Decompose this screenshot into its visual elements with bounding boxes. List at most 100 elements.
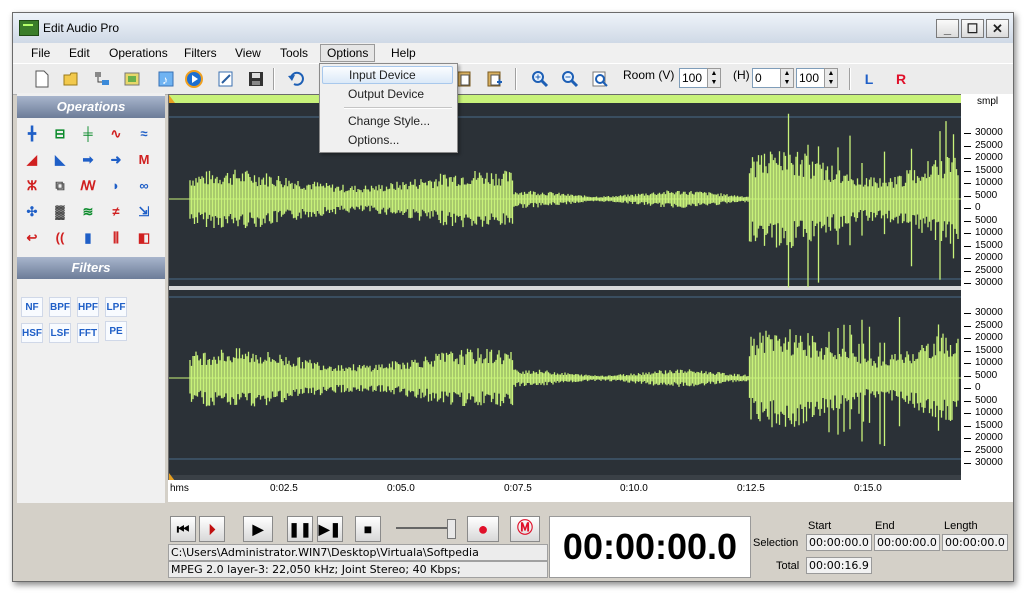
edit-icon[interactable] — [215, 68, 237, 90]
waveform-canvas[interactable] — [169, 95, 962, 481]
channel-divider[interactable] — [169, 286, 962, 290]
filter-hpf-button[interactable]: HPF — [77, 297, 99, 317]
room-h2-input[interactable]: 100 — [796, 68, 826, 88]
menu-filters[interactable]: Filters — [178, 45, 223, 61]
equalizer-icon[interactable]: ⫼ — [105, 227, 127, 249]
silence-icon[interactable]: ▮ — [77, 227, 99, 249]
pitch-icon[interactable]: ≠ — [105, 201, 127, 223]
invert-icon[interactable]: ⵣ — [21, 175, 43, 197]
filters-panel-header[interactable]: Filters — [17, 257, 165, 279]
volume-slider-handle[interactable] — [447, 519, 456, 539]
volume-slider-track[interactable] — [396, 527, 452, 529]
shift-icon[interactable]: ➜ — [105, 149, 127, 171]
room-h-input[interactable]: 0 — [752, 68, 782, 88]
filter-lpf-button[interactable]: LPF — [105, 297, 127, 317]
step-forward-button[interactable]: ▶❚ — [317, 516, 343, 542]
amplitude-tick-mark — [964, 325, 971, 327]
room-h2-stepper[interactable]: ▲ ▼ — [824, 68, 838, 88]
undo-icon[interactable] — [285, 68, 307, 90]
reverb-icon[interactable]: (( — [49, 227, 71, 249]
open-folder-icon[interactable] — [61, 68, 83, 90]
menu-help[interactable]: Help — [385, 45, 422, 61]
amplitude-tick-label: 20000 — [975, 432, 1003, 443]
menu-edit[interactable]: Edit — [63, 45, 96, 61]
arrow-right-icon[interactable]: ➡ — [77, 149, 99, 171]
normalize-icon[interactable]: ≈ — [133, 123, 155, 145]
menu-tools[interactable]: Tools — [274, 45, 314, 61]
waveform-display[interactable] — [168, 94, 963, 482]
menu-item-input-device[interactable]: Input Device — [322, 66, 453, 84]
menu-options[interactable]: Options — [320, 44, 376, 62]
left-channel-button[interactable]: L — [859, 69, 879, 89]
loop-icon[interactable]: ∞ — [133, 175, 155, 197]
monitor-button[interactable]: Ⓜ — [510, 516, 540, 542]
record-button[interactable]: ● — [467, 516, 499, 542]
amplitude-tick-label: 15000 — [975, 164, 1003, 176]
amplitude-tick-label: 5000 — [975, 189, 998, 201]
insert-silence-icon[interactable]: ╋ — [21, 123, 43, 145]
volume-icon[interactable]: ◗ — [105, 175, 127, 197]
amplitude-tick-label: 10000 — [975, 407, 1003, 418]
selection-length-label: Length — [944, 520, 978, 532]
stop-button[interactable]: ■ — [355, 516, 381, 542]
amplitude-tick-label: 5000 — [975, 214, 998, 226]
menu-view[interactable]: View — [229, 45, 267, 61]
play-button[interactable]: ▶ — [243, 516, 273, 542]
pause-button[interactable]: ❚❚ — [287, 516, 313, 542]
title-bar[interactable]: Edit Audio Pro _ ☐ ✕ — [13, 13, 1013, 44]
filter-fft-button[interactable]: FFT — [77, 323, 99, 343]
menu-item-change-style[interactable]: Change Style... — [322, 112, 453, 130]
amplify-icon[interactable]: ∿ — [105, 123, 127, 145]
menu-operations[interactable]: Operations — [103, 45, 174, 61]
room-v-input[interactable]: 100 — [679, 68, 709, 88]
noise-icon[interactable]: ▓ — [49, 201, 71, 223]
paste-new-icon[interactable] — [483, 68, 505, 90]
menu-file[interactable]: File — [25, 45, 56, 61]
right-channel-button[interactable]: R — [891, 69, 911, 89]
selection-length-field[interactable]: 00:00:00.0 — [942, 534, 1008, 551]
reverse-icon[interactable]: ↩ — [21, 227, 43, 249]
effects-icon[interactable] — [121, 68, 143, 90]
selection-start-field[interactable]: 00:00:00.0 — [806, 534, 872, 551]
minimize-button[interactable]: _ — [936, 19, 959, 38]
new-file-icon[interactable] — [31, 68, 53, 90]
filter-nf-button[interactable]: NF — [21, 297, 43, 317]
split-icon[interactable]: ╪ — [77, 123, 99, 145]
room-v-stepper[interactable]: ▲ ▼ — [707, 68, 721, 88]
play-selection-icon[interactable]: ⏵ — [199, 516, 225, 542]
menu-item-output-device[interactable]: Output Device — [322, 85, 453, 103]
zoom-fit-icon[interactable] — [589, 68, 611, 90]
filter-lsf-button[interactable]: LSF — [49, 323, 71, 343]
vibrato-icon[interactable]: ≋ — [77, 201, 99, 223]
stretch-icon[interactable]: ⇲ — [133, 201, 155, 223]
expand-icon[interactable]: ✣ — [21, 201, 43, 223]
amplitude-tick-mark — [964, 208, 971, 209]
room-h-stepper[interactable]: ▲ ▼ — [780, 68, 794, 88]
amplitude-tick-label: 30000 — [975, 307, 1003, 318]
tree-icon[interactable] — [91, 68, 113, 90]
selection-end-field[interactable]: 00:00:00.0 — [874, 534, 940, 551]
trim-icon[interactable]: ⊟ — [49, 123, 71, 145]
amplitude-tick-label: 20000 — [975, 152, 1003, 163]
time-tick-label: 0:05.0 — [387, 483, 415, 494]
operations-panel-header[interactable]: Operations — [17, 96, 165, 118]
save-icon[interactable] — [245, 68, 267, 90]
flanger-icon[interactable]: ꟿ — [77, 175, 99, 197]
selection-bar-top[interactable] — [169, 95, 962, 103]
zoom-in-icon[interactable] — [529, 68, 551, 90]
music-note-icon[interactable]: ♪ — [155, 68, 177, 90]
filter-bpf-button[interactable]: BPF — [49, 297, 71, 317]
go-to-start-icon[interactable]: ⏮ — [170, 516, 196, 542]
fade-out-icon[interactable]: ◣ — [49, 149, 71, 171]
echo-icon[interactable]: M — [133, 149, 155, 171]
menu-item-options[interactable]: Options... — [322, 131, 453, 149]
chorus-icon[interactable]: ⧉ — [49, 175, 71, 197]
close-button[interactable]: ✕ — [986, 19, 1009, 38]
zoom-out-icon[interactable] — [559, 68, 581, 90]
play-media-icon[interactable] — [183, 68, 205, 90]
filter-pe-button[interactable]: PE — [105, 321, 127, 341]
filter-hsf-button[interactable]: HSF — [21, 323, 43, 343]
fade-in-icon[interactable]: ◢ — [21, 149, 43, 171]
maximize-button[interactable]: ☐ — [961, 19, 984, 38]
channel-swap-icon[interactable]: ◧ — [133, 227, 155, 249]
